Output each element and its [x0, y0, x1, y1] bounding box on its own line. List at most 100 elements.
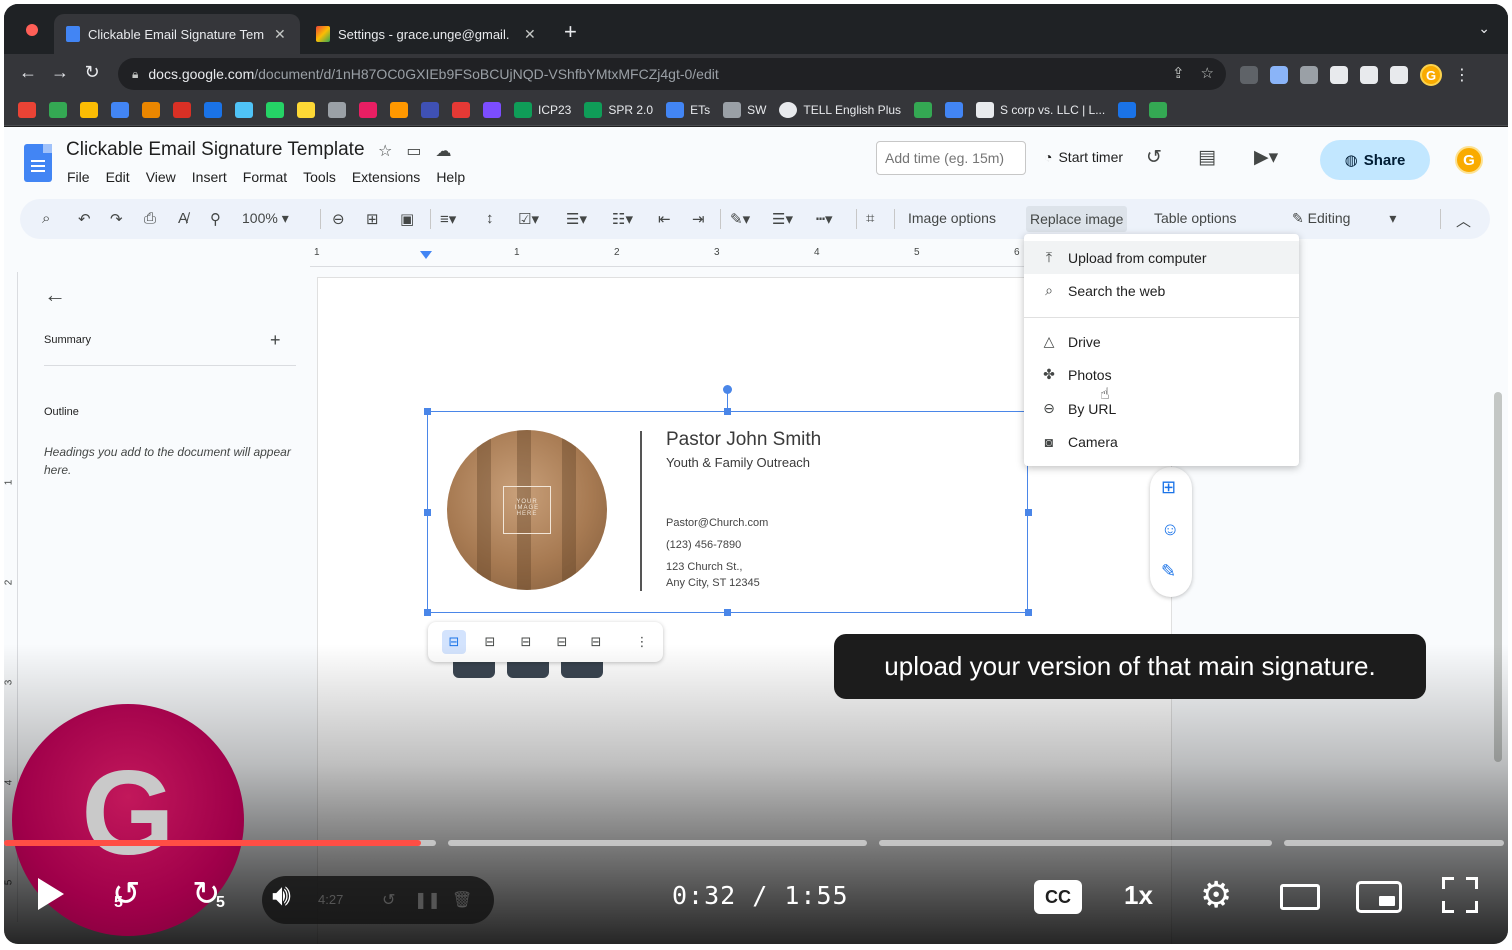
resize-handle[interactable] — [424, 408, 431, 415]
search-icon[interactable]: ⌕ — [42, 210, 50, 227]
theater-mode-icon[interactable] — [1280, 884, 1320, 910]
emoji-icon[interactable]: ☺ — [1161, 519, 1179, 540]
bookmark-scorp[interactable]: S corp vs. LLC | L... — [976, 101, 1105, 118]
close-window-button[interactable] — [26, 24, 38, 36]
extension-icon[interactable] — [1240, 66, 1258, 84]
ads-icon[interactable] — [80, 101, 98, 118]
playback-speed-button[interactable]: 1x — [1124, 880, 1153, 911]
resize-handle[interactable] — [424, 509, 431, 516]
border-color-icon[interactable]: ✎▾ — [730, 210, 750, 228]
menu-item-upload[interactable]: ⤒ Upload from computer — [1024, 241, 1299, 274]
bookmark-tell[interactable]: TELL English Plus — [779, 101, 901, 118]
tab-search-chevron-icon[interactable]: ⌄ — [1478, 20, 1490, 37]
drive-icon[interactable] — [49, 101, 67, 118]
fullscreen-icon[interactable] — [1442, 877, 1478, 913]
docs-logo-icon[interactable] — [24, 144, 52, 182]
menu-help[interactable]: Help — [436, 169, 465, 185]
move-folder-icon[interactable]: ▭ — [406, 141, 421, 161]
puzzle-icon[interactable] — [1330, 66, 1348, 84]
tab-gmail[interactable]: Settings - grace.unge@gmail. ✕ — [304, 14, 550, 54]
bookmark-icon[interactable] — [1118, 101, 1137, 118]
bookmark-sw[interactable]: SW — [723, 101, 766, 118]
progress-chapter[interactable] — [1284, 840, 1504, 846]
menu-edit[interactable]: Edit — [106, 169, 130, 185]
checklist-icon[interactable]: ☑▾ — [518, 210, 539, 228]
numbered-list-icon[interactable]: ☷▾ — [612, 210, 633, 228]
bookmark-star-icon[interactable]: ☆ — [1201, 64, 1214, 82]
zoom-icon[interactable] — [204, 101, 222, 118]
bookmark-icon[interactable] — [390, 101, 408, 118]
volume-icon[interactable]: 🔊︎ — [272, 879, 291, 913]
menu-file[interactable]: File — [67, 169, 90, 185]
download-icon[interactable] — [1360, 66, 1378, 84]
gear-icon[interactable]: ⚙ — [1200, 874, 1232, 916]
zoom-select[interactable]: 100% ▾ — [242, 210, 289, 227]
meet-icon[interactable]: ▶︎▾ — [1254, 146, 1278, 169]
resize-handle[interactable] — [1025, 509, 1032, 516]
bookmark-icon[interactable] — [421, 101, 439, 118]
add-summary-button[interactable]: + — [270, 330, 281, 351]
menu-extensions[interactable]: Extensions — [352, 169, 420, 185]
share-button[interactable]: ◍ Share — [1320, 140, 1430, 180]
menu-item-search-web[interactable]: ⌕ Search the web — [1024, 274, 1299, 307]
back-arrow-icon[interactable]: ← — [44, 282, 66, 308]
back-arrow-icon[interactable]: ← — [16, 62, 40, 83]
line-spacing-icon[interactable]: ↕ — [486, 210, 494, 227]
bookmark-icon[interactable] — [297, 101, 315, 118]
trash-icon[interactable]: 🗑︎ — [452, 890, 472, 910]
bookmark-spr[interactable]: SPR 2.0 — [584, 101, 653, 118]
bookmark-icon[interactable] — [945, 101, 964, 118]
replace-image-button[interactable]: Replace image — [1026, 206, 1128, 232]
menu-item-by-url[interactable]: ⊖ By URL — [1024, 392, 1299, 425]
border-weight-icon[interactable]: ☰▾ — [772, 210, 793, 228]
extension-icon[interactable] — [1270, 66, 1288, 84]
bookmark-ets[interactable]: ETs — [666, 101, 710, 118]
paint-format-icon[interactable]: ⚲ — [210, 210, 221, 228]
new-tab-button[interactable]: + — [564, 19, 577, 45]
insert-image-icon[interactable]: ▣ — [400, 210, 414, 228]
bookmark-icon[interactable] — [235, 101, 253, 118]
spellcheck-icon[interactable]: A̸ — [178, 210, 188, 227]
profile-avatar[interactable]: G — [1420, 64, 1442, 86]
undo-icon[interactable]: ↶ — [78, 210, 91, 228]
extension-icon[interactable] — [1300, 66, 1318, 84]
add-comment-icon[interactable]: ⊞ — [1161, 477, 1176, 498]
bookmark-icon[interactable] — [142, 101, 160, 118]
picture-in-picture-icon[interactable] — [1356, 881, 1402, 913]
analytics-icon[interactable] — [111, 101, 129, 118]
border-dash-icon[interactable]: ┅▾ — [816, 210, 833, 228]
table-options-button[interactable]: Table options — [1154, 210, 1237, 226]
resize-handle[interactable] — [1025, 609, 1032, 616]
whatsapp-icon[interactable] — [266, 101, 284, 118]
bookmark-icon[interactable] — [1149, 101, 1168, 118]
bookmark-icon[interactable] — [173, 101, 191, 118]
add-comment-icon[interactable]: ⊞ — [366, 210, 379, 228]
bookmark-icon[interactable] — [914, 101, 933, 118]
captions-button[interactable]: CC — [1034, 880, 1082, 914]
increase-indent-icon[interactable]: ⇥ — [692, 210, 705, 228]
menu-item-photos[interactable]: ✤ Photos — [1024, 358, 1299, 391]
share-page-icon[interactable]: ⇪ — [1172, 64, 1185, 82]
menu-item-camera[interactable]: ◙ Camera — [1024, 425, 1299, 458]
tab-docs[interactable]: Clickable Email Signature Tem ✕ — [54, 14, 300, 54]
menu-view[interactable]: View — [146, 169, 176, 185]
close-tab-icon[interactable]: ✕ — [274, 26, 286, 43]
comments-icon[interactable]: ▤ — [1198, 146, 1216, 169]
progress-chapter[interactable] — [879, 840, 1272, 846]
menu-item-drive[interactable]: △ Drive — [1024, 325, 1299, 358]
redo-icon[interactable]: ↷ — [110, 210, 123, 228]
align-icon[interactable]: ≡▾ — [440, 210, 456, 228]
indent-marker[interactable] — [420, 251, 432, 259]
bookmark-icon[interactable] — [359, 101, 377, 118]
image-options-button[interactable]: Image options — [908, 210, 996, 226]
editing-mode-select[interactable]: ✎ Editing ▾ — [1292, 210, 1396, 227]
bookmark-icp23[interactable]: ICP23 — [514, 101, 571, 118]
suggest-edits-icon[interactable]: ✎ — [1161, 561, 1176, 582]
kebab-menu-icon[interactable]: ⋮ — [1454, 65, 1470, 85]
bookmark-icon[interactable] — [483, 101, 501, 118]
sidebar-icon[interactable] — [1390, 66, 1408, 84]
link-icon[interactable]: ⊖ — [332, 210, 345, 228]
bulleted-list-icon[interactable]: ☰▾ — [566, 210, 587, 228]
chevron-up-icon[interactable]: ︿ — [1456, 210, 1471, 231]
menu-insert[interactable]: Insert — [192, 169, 227, 185]
